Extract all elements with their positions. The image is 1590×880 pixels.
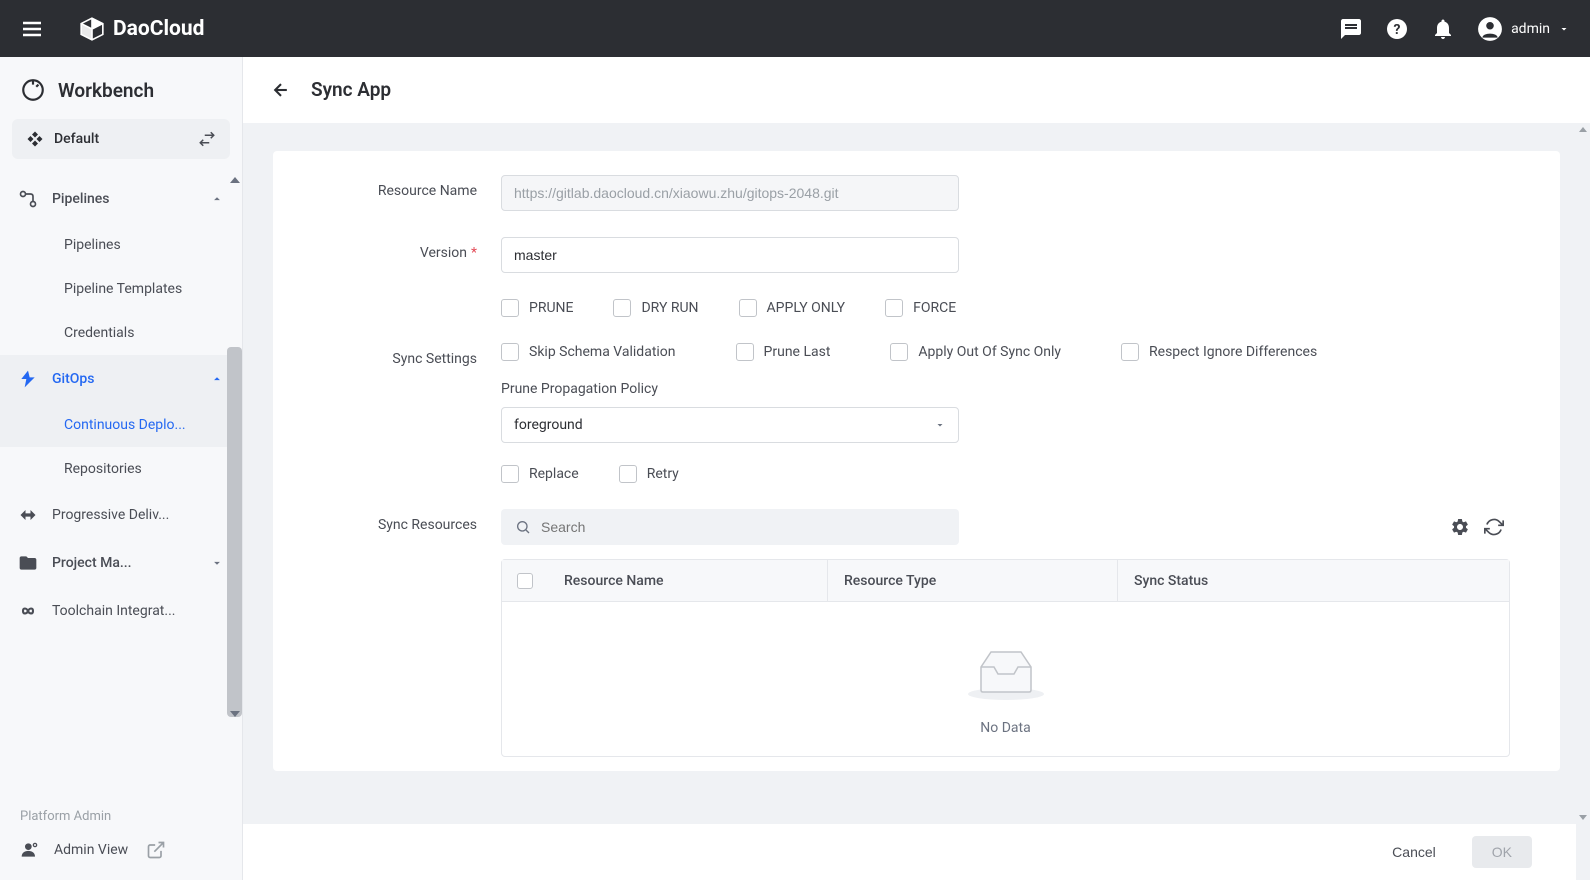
sidebar-item-progressive[interactable]: Progressive Deliv... (0, 491, 242, 539)
empty-text: No Data (502, 720, 1509, 736)
messages-icon[interactable] (1339, 17, 1363, 41)
sidebar-item-pipelines[interactable]: Pipelines (0, 175, 242, 223)
chevron-down-icon (934, 419, 946, 431)
workspace-selector[interactable]: Default (12, 119, 230, 159)
resource-table: Resource Name Resource Type Sync Status (501, 559, 1510, 757)
checkbox-apply-only[interactable]: APPLY ONLY (739, 299, 846, 317)
search-box[interactable] (501, 509, 959, 545)
user-name: admin (1511, 21, 1550, 37)
notifications-icon[interactable] (1431, 17, 1455, 41)
svg-text:?: ? (1394, 22, 1401, 38)
resource-name-input (501, 175, 959, 211)
version-label: Version* (323, 237, 501, 261)
version-input[interactable] (501, 237, 959, 273)
table-select-all[interactable] (502, 573, 548, 589)
checkbox-prune[interactable]: PRUNE (501, 299, 573, 317)
sync-resources-label: Sync Resources (323, 509, 501, 533)
page-title: Sync App (311, 78, 391, 101)
user-avatar-icon (1477, 16, 1503, 42)
sidebar-item-toolchain[interactable]: Toolchain Integrat... (0, 587, 242, 635)
admin-view-link[interactable]: Admin View (20, 840, 222, 860)
brand-name: DaoCloud (113, 17, 204, 41)
column-resource-name: Resource Name (548, 560, 828, 601)
prune-policy-select[interactable]: foreground (501, 407, 959, 443)
content-scrollbar[interactable] (1576, 123, 1590, 880)
swap-icon (198, 130, 216, 148)
workbench-icon (20, 77, 46, 103)
page-header: Sync App (243, 57, 1590, 123)
external-link-icon (146, 840, 166, 860)
chevron-down-icon (1558, 23, 1570, 35)
gear-icon[interactable] (1450, 517, 1470, 537)
checkbox-dry-run[interactable]: DRY RUN (613, 299, 698, 317)
empty-state: No Data (502, 602, 1509, 756)
cancel-button[interactable]: Cancel (1380, 836, 1448, 868)
infinity-icon (18, 601, 38, 621)
platform-admin-label: Platform Admin (20, 809, 222, 824)
column-sync-status: Sync Status (1118, 573, 1509, 589)
checkbox-replace[interactable]: Replace (501, 465, 579, 483)
user-menu[interactable]: admin (1477, 16, 1570, 42)
checkbox-respect-ignore[interactable]: Respect Ignore Differences (1121, 343, 1317, 361)
ok-button[interactable]: OK (1472, 836, 1532, 868)
sidebar-sub-continuous-deploy[interactable]: Continuous Deplo... (0, 403, 242, 447)
resource-name-label: Resource Name (323, 175, 501, 199)
checkbox-skip-schema[interactable]: Skip Schema Validation (501, 343, 676, 361)
folder-icon (18, 553, 38, 573)
sync-settings-label: Sync Settings (323, 343, 501, 367)
sidebar: Workbench Default Pipelines Pipelines Pi… (0, 57, 243, 880)
admin-icon (20, 840, 40, 860)
sidebar-scrollbar[interactable] (227, 177, 242, 717)
footer-bar: Cancel OK (243, 824, 1576, 880)
checkbox-prune-last[interactable]: Prune Last (736, 343, 831, 361)
workspace-icon (26, 130, 44, 148)
hamburger-menu-icon[interactable] (20, 17, 44, 41)
chevron-up-icon (210, 192, 224, 206)
brand-logo[interactable]: DaoCloud (79, 16, 204, 42)
refresh-icon[interactable] (1484, 517, 1504, 537)
back-arrow-icon[interactable] (271, 80, 291, 100)
gitops-icon (18, 369, 38, 389)
help-icon[interactable]: ? (1385, 17, 1409, 41)
sidebar-sub-pipeline-templates[interactable]: Pipeline Templates (0, 267, 242, 311)
progressive-icon (18, 505, 38, 525)
checkbox-retry[interactable]: Retry (619, 465, 679, 483)
column-resource-type: Resource Type (828, 560, 1118, 601)
sync-form: Resource Name Version* (273, 151, 1560, 771)
pipelines-icon (18, 189, 38, 209)
checkbox-apply-out-of-sync[interactable]: Apply Out Of Sync Only (890, 343, 1061, 361)
chevron-down-icon (210, 556, 224, 570)
content-area: Sync App Resource Name Version* (243, 57, 1590, 880)
sidebar-item-gitops[interactable]: GitOps (0, 355, 242, 403)
chevron-up-icon (210, 372, 224, 386)
sidebar-item-project-management[interactable]: Project Ma... (0, 539, 242, 587)
sidebar-sub-credentials[interactable]: Credentials (0, 311, 242, 355)
logo-icon (79, 16, 105, 42)
empty-icon (966, 642, 1046, 702)
sidebar-sub-repositories[interactable]: Repositories (0, 447, 242, 491)
sidebar-title: Workbench (0, 57, 242, 119)
checkbox-force[interactable]: FORCE (885, 299, 956, 317)
search-icon (515, 519, 531, 535)
prune-policy-label: Prune Propagation Policy (501, 381, 1510, 397)
search-input[interactable] (541, 519, 945, 535)
top-header: DaoCloud ? admin (0, 0, 1590, 57)
sidebar-sub-pipelines[interactable]: Pipelines (0, 223, 242, 267)
